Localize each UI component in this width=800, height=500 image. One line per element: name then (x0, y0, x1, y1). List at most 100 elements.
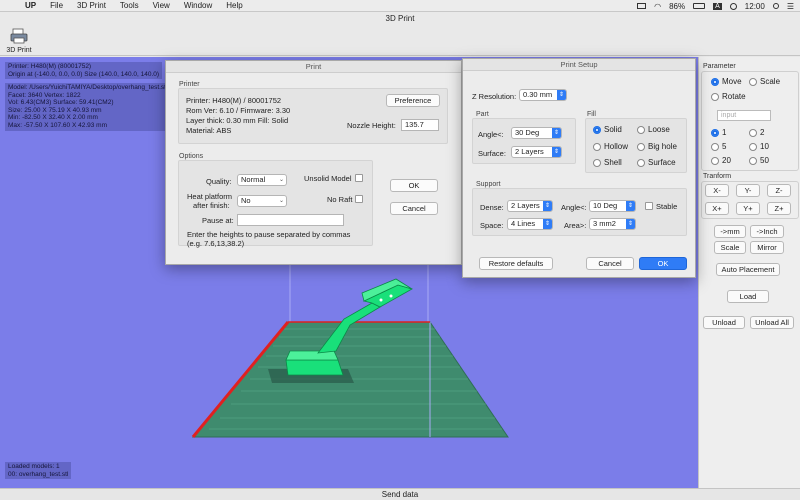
min-line: Min: -82.50 X 32.40 X 2.00 mm (8, 114, 98, 122)
fill-hollow-radio[interactable]: Hollow (593, 142, 628, 151)
radio-value-2-dot (749, 128, 757, 137)
chevron-updown-icon: ⇕ (543, 201, 552, 211)
radio-value-5[interactable]: 5 (711, 142, 726, 151)
list-icon[interactable]: ☰ (787, 2, 794, 11)
support-space-label: Space: (480, 221, 504, 230)
radio-move[interactable]: Move (711, 77, 742, 86)
battery-icon[interactable] (693, 3, 706, 9)
button-z-plus[interactable]: Z+ (767, 202, 791, 215)
z-resolution-value: 0.30 mm (523, 90, 553, 99)
radio-rotate-label: Rotate (722, 92, 746, 101)
button-unload[interactable]: Unload (703, 316, 745, 329)
print-setup-dialog: Print Setup Z Resolution: 0.30 mm ⇕ Part … (462, 58, 696, 278)
button-to-inch[interactable]: ->Inch (750, 225, 784, 238)
loaded-model-item[interactable]: 00: overhang_test.stl (8, 471, 68, 479)
fill-bighole-dot (637, 142, 645, 151)
fill-loose-radio[interactable]: Loose (637, 125, 670, 134)
no-raft-checkbox[interactable] (355, 195, 363, 203)
button-to-mm[interactable]: ->mm (714, 225, 746, 238)
parameter-input[interactable]: input (717, 110, 771, 121)
facet-line: Facet: 3640 Vertex: 1822 (8, 91, 81, 99)
pause-hint-line-2: (e.g. 7.6,13,38.2) (187, 239, 245, 248)
fill-shell-radio[interactable]: Shell (593, 158, 622, 167)
radio-value-5-label: 5 (722, 142, 727, 151)
support-area-select[interactable]: 3 mm2 ⇕ (589, 218, 636, 230)
preference-button[interactable]: Preference (386, 94, 440, 107)
nozzle-height-input[interactable]: 135.7 (401, 119, 439, 131)
setup-ok-button[interactable]: OK (639, 257, 687, 270)
stable-checkbox[interactable] (645, 202, 653, 210)
pause-at-input[interactable] (237, 214, 344, 226)
menu-window[interactable]: Window (177, 1, 219, 10)
fill-bighole-radio[interactable]: Big hole (637, 142, 677, 151)
support-dense-label: Dense: (480, 203, 504, 212)
print-ok-button[interactable]: OK (390, 179, 438, 192)
restore-defaults-button[interactable]: Restore defaults (479, 257, 553, 270)
button-unload-all[interactable]: Unload All (750, 316, 794, 329)
radio-rotate[interactable]: Rotate (711, 92, 746, 101)
print-cancel-button[interactable]: Cancel (390, 202, 438, 215)
display-icon[interactable] (637, 3, 647, 9)
wifi-icon[interactable]: ◠ (654, 2, 661, 11)
part-angle-value: 30 Deg (515, 128, 540, 137)
toolbar-3d-print-button[interactable]: 3D Print (4, 28, 34, 54)
part-surface-select[interactable]: 2 Layers ⇕ (511, 146, 562, 158)
radio-value-20[interactable]: 20 (711, 156, 731, 165)
menu-view[interactable]: View (146, 1, 177, 10)
support-space-select[interactable]: 4 Lines ⇕ (507, 218, 553, 230)
menu-tools[interactable]: Tools (113, 1, 146, 10)
fill-solid-dot (593, 125, 601, 134)
radio-value-1-label: 1 (722, 128, 727, 137)
support-angle-label: Angle<: (561, 203, 587, 212)
menu-file[interactable]: File (43, 1, 70, 10)
volume-line: Vol: 6.43(CM3) Surface: 59.41(CM2) (8, 99, 114, 107)
fill-surface-radio[interactable]: Surface (637, 158, 676, 167)
support-dense-select[interactable]: 2 Layers ⇕ (507, 200, 553, 212)
fill-surface-dot (637, 158, 645, 167)
chevron-updown-icon: ⇕ (552, 128, 561, 138)
support-area-value: 3 mm2 (593, 219, 616, 228)
quality-label: Quality: (206, 177, 232, 186)
radio-value-1[interactable]: 1 (711, 128, 726, 137)
search-icon[interactable] (772, 3, 779, 9)
menubar-clock[interactable]: 12:00 (745, 2, 765, 11)
setup-cancel-button[interactable]: Cancel (586, 257, 634, 270)
menu-help[interactable]: Help (219, 1, 249, 10)
menu-3d-print[interactable]: 3D Print (70, 1, 113, 10)
button-y-plus[interactable]: Y+ (736, 202, 760, 215)
part-angle-select[interactable]: 30 Deg ⇕ (511, 127, 562, 139)
support-angle-select[interactable]: 10 Deg ⇕ (589, 200, 636, 212)
radio-scale-dot (749, 77, 757, 86)
quality-select[interactable]: Normal ⌄ (237, 174, 287, 186)
part-section-label: Part (476, 111, 489, 118)
button-z-minus[interactable]: Z- (767, 184, 791, 197)
radio-value-50[interactable]: 50 (749, 156, 769, 165)
clock-icon[interactable] (729, 2, 737, 10)
button-mirror[interactable]: Mirror (750, 241, 784, 254)
heat-platform-label-1: Heat platform (187, 192, 233, 201)
heat-platform-value: No (241, 196, 251, 205)
input-source-icon[interactable]: A (713, 2, 722, 10)
button-y-minus[interactable]: Y- (736, 184, 760, 197)
heat-platform-select[interactable]: No ⌄ (237, 195, 287, 207)
unsolid-model-checkbox[interactable] (355, 174, 363, 182)
fill-bighole-label: Big hole (648, 142, 677, 151)
fill-solid-radio[interactable]: Solid (593, 125, 622, 134)
z-resolution-select[interactable]: 0.30 mm ⇕ (519, 89, 567, 101)
radio-value-10-label: 10 (760, 142, 769, 151)
radio-scale[interactable]: Scale (749, 77, 780, 86)
size-line: Size: 25.00 X 75.19 X 40.93 mm (8, 106, 102, 114)
button-auto-placement[interactable]: Auto Placement (716, 263, 780, 276)
button-x-minus[interactable]: X- (705, 184, 729, 197)
radio-value-2[interactable]: 2 (749, 128, 764, 137)
button-scale[interactable]: Scale (714, 241, 746, 254)
radio-value-10[interactable]: 10 (749, 142, 769, 151)
chevron-updown-icon: ⇕ (626, 201, 635, 211)
support-angle-value: 10 Deg (593, 201, 618, 210)
send-data-label[interactable]: Send data (382, 490, 418, 499)
menu-app[interactable]: UP (18, 1, 43, 10)
button-load[interactable]: Load (727, 290, 769, 303)
pause-hint-line-1: Enter the heights to pause separated by … (187, 230, 351, 239)
button-x-plus[interactable]: X+ (705, 202, 729, 215)
toolbar: 3D Print (0, 26, 800, 56)
